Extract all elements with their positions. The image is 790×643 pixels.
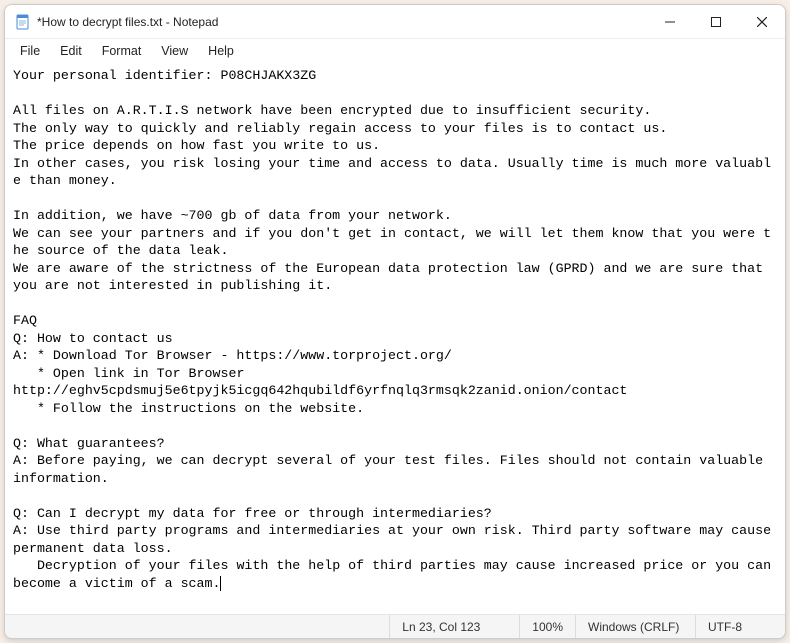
- menubar: File Edit Format View Help: [5, 39, 785, 65]
- minimize-button[interactable]: [647, 5, 693, 39]
- menu-edit[interactable]: Edit: [51, 41, 91, 61]
- text-caret: [220, 576, 221, 591]
- window-controls: [647, 5, 785, 38]
- status-encoding: UTF-8: [695, 615, 785, 638]
- status-zoom: 100%: [519, 615, 575, 638]
- editor-content: Your personal identifier: P08CHJAKX3ZG A…: [13, 68, 779, 591]
- window-title: *How to decrypt files.txt - Notepad: [37, 15, 218, 29]
- notepad-icon: [15, 14, 31, 30]
- titlebar: *How to decrypt files.txt - Notepad: [5, 5, 785, 39]
- close-icon: [757, 17, 767, 27]
- notepad-window: *How to decrypt files.txt - Notepad File…: [4, 4, 786, 639]
- status-lncol: Ln 23, Col 123: [389, 615, 519, 638]
- close-button[interactable]: [739, 5, 785, 39]
- maximize-icon: [711, 17, 721, 27]
- minimize-icon: [665, 17, 675, 27]
- menu-format[interactable]: Format: [93, 41, 151, 61]
- menu-help[interactable]: Help: [199, 41, 243, 61]
- status-eol: Windows (CRLF): [575, 615, 695, 638]
- statusbar: Ln 23, Col 123 100% Windows (CRLF) UTF-8: [5, 614, 785, 638]
- text-editor[interactable]: Your personal identifier: P08CHJAKX3ZG A…: [5, 65, 785, 614]
- maximize-button[interactable]: [693, 5, 739, 39]
- menu-view[interactable]: View: [152, 41, 197, 61]
- menu-file[interactable]: File: [11, 41, 49, 61]
